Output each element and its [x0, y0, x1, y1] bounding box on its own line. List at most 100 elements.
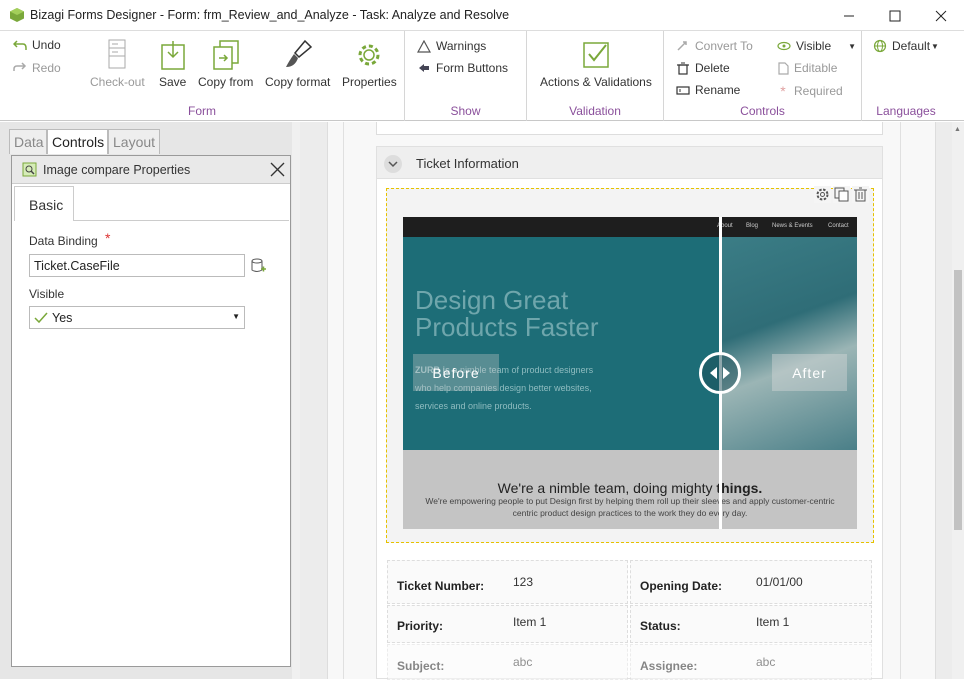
collapse-chevron-icon[interactable]	[384, 155, 402, 173]
tab-controls[interactable]: Controls	[47, 129, 108, 154]
editable-icon	[778, 61, 789, 75]
convert-to-button[interactable]: Convert To	[676, 39, 753, 53]
compare-slider-handle[interactable]	[699, 352, 741, 394]
after-label: After	[772, 354, 847, 391]
status-value[interactable]: Item 1	[756, 615, 789, 629]
database-icon[interactable]	[251, 258, 266, 274]
properties-label: Properties	[342, 75, 397, 89]
redo-button[interactable]: Redo	[13, 61, 61, 75]
image-body-3: services and online products.	[415, 401, 532, 411]
properties-panel: Image compare Properties Basic Data Bind…	[11, 155, 291, 667]
copy-format-button[interactable]: Copy format	[265, 39, 330, 89]
controls-group: Convert To Delete Rename Visible ▼ Edita…	[664, 31, 862, 121]
form-buttons-label: Form Buttons	[436, 61, 509, 75]
minimize-icon	[844, 15, 854, 16]
convert-to-label: Convert To	[695, 39, 753, 53]
properties-header: Image compare Properties	[12, 156, 290, 184]
validation-group: Actions & Validations Validation	[527, 31, 664, 121]
visible-select[interactable]: Yes ▼	[29, 306, 245, 329]
save-label: Save	[159, 75, 187, 89]
image-compare-icon	[22, 162, 37, 177]
control-settings-icon[interactable]	[814, 186, 831, 203]
tab-data[interactable]: Data	[9, 129, 47, 154]
field-status: Status: Item 1	[630, 605, 872, 643]
priority-value[interactable]: Item 1	[513, 615, 546, 629]
convert-icon	[677, 41, 687, 51]
languages-group: Default ▼ Languages	[862, 31, 950, 121]
editable-button[interactable]: Editable	[777, 61, 837, 75]
copy-format-label: Copy format	[265, 75, 331, 89]
checkmark-icon	[34, 312, 48, 324]
required-asterisk-icon: *	[780, 83, 786, 99]
tab-divider	[73, 220, 289, 221]
show-group: Warnings Form Buttons Show	[405, 31, 527, 121]
copy-from-label: Copy from	[198, 75, 254, 89]
ticket-number-value[interactable]: 123	[513, 575, 533, 589]
nav-item-news: News & Events	[772, 223, 813, 229]
field-opening-date: Opening Date: 01/01/00	[630, 560, 872, 604]
default-language-label: Default	[892, 39, 931, 53]
properties-button[interactable]: Properties	[342, 39, 397, 89]
actions-validations-button[interactable]: Actions & Validations	[540, 39, 652, 89]
tab-basic[interactable]: Basic	[14, 186, 74, 221]
window-title: Bizagi Forms Designer - Form: frm_Review…	[30, 8, 510, 22]
close-panel-icon[interactable]	[270, 162, 285, 177]
rename-icon	[676, 86, 690, 95]
ticket-number-label: Ticket Number:	[397, 579, 485, 593]
subject-value[interactable]: abc	[513, 655, 532, 669]
undo-label: Undo	[32, 38, 61, 52]
copy-from-button[interactable]: Copy from	[198, 39, 253, 89]
checkout-label: Check-out	[90, 75, 145, 89]
ribbon-toolbar: Undo Redo Check-out Save Copy from Copy …	[0, 31, 964, 121]
image-sub-1: We're empowering people to put Design fi…	[425, 496, 835, 506]
form-group: Undo Redo Check-out Save Copy from Copy …	[0, 31, 405, 121]
field-priority: Priority: Item 1	[387, 605, 628, 643]
warnings-button[interactable]: Warnings	[417, 39, 486, 53]
close-window-button[interactable]	[918, 0, 964, 31]
default-language-button[interactable]: Default ▼	[873, 39, 939, 53]
status-label: Status:	[640, 619, 681, 633]
field-ticket-number: Ticket Number: 123	[387, 560, 628, 604]
assignee-value[interactable]: abc	[756, 655, 775, 669]
warning-icon	[417, 39, 431, 53]
image-tagline: We're a nimble team, doing mighty things…	[403, 480, 857, 496]
after-image-photo	[721, 237, 857, 450]
save-button[interactable]: Save	[159, 39, 186, 89]
maximize-icon	[889, 10, 901, 21]
field-subject: Subject: abc	[387, 644, 628, 680]
checkout-button[interactable]: Check-out	[90, 39, 145, 89]
properties-title: Image compare Properties	[43, 163, 191, 177]
control-delete-icon[interactable]	[852, 186, 869, 203]
subject-label: Subject:	[397, 659, 445, 673]
delete-button[interactable]: Delete	[676, 61, 730, 75]
control-copy-icon[interactable]	[833, 186, 850, 203]
brush-icon	[285, 39, 312, 67]
minimize-button[interactable]	[826, 0, 872, 31]
undo-button[interactable]: Undo	[13, 38, 61, 52]
save-icon	[160, 41, 185, 70]
visible-button[interactable]: Visible ▼	[777, 39, 856, 53]
nav-item-blog: Blog	[746, 223, 759, 229]
data-binding-label: Data Binding	[29, 234, 98, 248]
canvas-scrollbar-thumb[interactable]	[954, 270, 962, 530]
comparison-image[interactable]: About Blog News & Events Contact Design …	[403, 217, 857, 529]
scroll-up-arrow-icon[interactable]: ▲	[954, 126, 961, 133]
gear-icon	[358, 44, 380, 66]
form-buttons-icon	[419, 64, 429, 72]
opening-date-value[interactable]: 01/01/00	[756, 575, 803, 589]
bizagi-logo-icon	[10, 8, 24, 22]
left-pane-splitter[interactable]	[292, 122, 300, 679]
rename-button[interactable]: Rename	[676, 83, 740, 97]
data-binding-field[interactable]: Ticket.CaseFile	[29, 254, 245, 277]
server-icon	[108, 39, 126, 69]
tab-layout[interactable]: Layout	[108, 129, 160, 154]
required-label: Required	[794, 84, 843, 98]
undo-icon	[13, 40, 27, 50]
required-button[interactable]: * Required	[777, 83, 843, 99]
delete-label: Delete	[695, 61, 730, 75]
maximize-button[interactable]	[872, 0, 918, 31]
redo-label: Redo	[32, 61, 61, 75]
form-buttons-button[interactable]: Form Buttons	[417, 61, 508, 75]
group-header-ticket-information[interactable]: Ticket Information	[376, 146, 883, 179]
title-bar: Bizagi Forms Designer - Form: frm_Review…	[0, 0, 964, 31]
